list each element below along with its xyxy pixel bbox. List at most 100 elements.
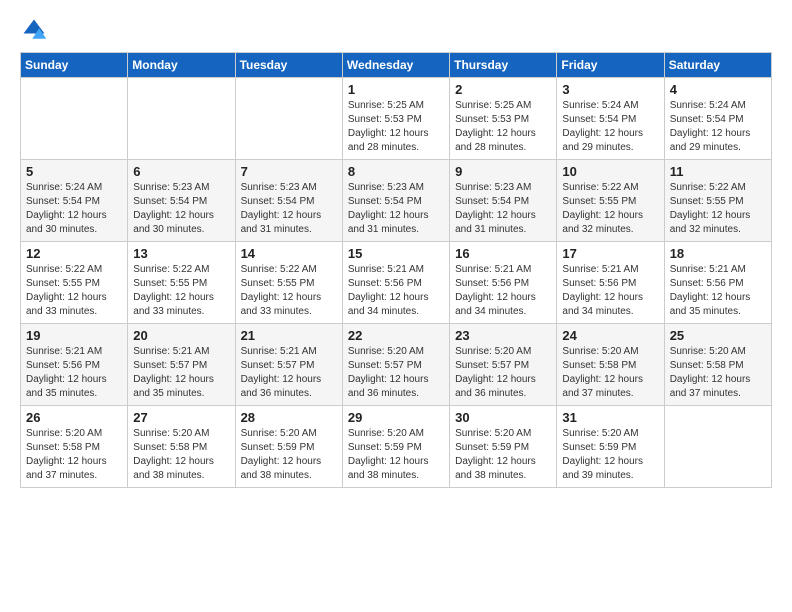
calendar-cell: 31 Sunrise: 5:20 AM Sunset: 5:59 PM Dayli… <box>557 406 664 488</box>
day-number: 17 <box>562 246 658 261</box>
day-number: 18 <box>670 246 766 261</box>
day-number: 6 <box>133 164 229 179</box>
calendar-cell: 19 Sunrise: 5:21 AM Sunset: 5:56 PM Dayli… <box>21 324 128 406</box>
calendar-cell: 4Sunrise: 5:24 AM Sunset: 5:54 PM Daylig… <box>664 78 771 160</box>
calendar-cell: 12 Sunrise: 5:22 AM Sunset: 5:55 PM Dayli… <box>21 242 128 324</box>
calendar-cell: 26Sunrise: 5:20 AM Sunset: 5:58 PM Dayli… <box>21 406 128 488</box>
day-info: Sunrise: 5:22 AM Sunset: 5:55 PM Dayligh… <box>562 181 658 237</box>
calendar-cell: 16 Sunrise: 5:21 AM Sunset: 5:56 PM Dayli… <box>450 242 557 324</box>
calendar-cell: 29 Sunrise: 5:20 AM Sunset: 5:59 PM Dayli… <box>342 406 449 488</box>
day-info: Sunrise: 5:21 AM Sunset: 5:56 PM Dayligh… <box>455 263 551 319</box>
day-number: 13 <box>133 246 229 261</box>
day-number: 26 <box>26 410 122 425</box>
day-number: 31 <box>562 410 658 425</box>
calendar-week-3: 12 Sunrise: 5:22 AM Sunset: 5:55 PM Dayli… <box>21 242 772 324</box>
calendar-cell: 7 Sunrise: 5:23 AM Sunset: 5:54 PM Daylig… <box>235 160 342 242</box>
calendar-cell: 27 Sunrise: 5:20 AM Sunset: 5:58 PM Dayli… <box>128 406 235 488</box>
header <box>20 16 772 44</box>
calendar-cell: 21Sunrise: 5:21 AM Sunset: 5:57 PM Dayli… <box>235 324 342 406</box>
day-number: 30 <box>455 410 551 425</box>
calendar-body: 1 Sunrise: 5:25 AM Sunset: 5:53 PM Daylig… <box>21 78 772 488</box>
day-info: Sunrise: 5:23 AM Sunset: 5:54 PM Dayligh… <box>348 181 444 237</box>
weekday-row: SundayMondayTuesdayWednesdayThursdayFrid… <box>21 53 772 78</box>
weekday-header-wednesday: Wednesday <box>342 53 449 78</box>
day-info: Sunrise: 5:22 AM Sunset: 5:55 PM Dayligh… <box>670 181 766 237</box>
day-info: Sunrise: 5:24 AM Sunset: 5:54 PM Dayligh… <box>562 99 658 155</box>
day-number: 14 <box>241 246 337 261</box>
calendar-cell <box>21 78 128 160</box>
day-number: 9 <box>455 164 551 179</box>
calendar-cell: 3 Sunrise: 5:24 AM Sunset: 5:54 PM Daylig… <box>557 78 664 160</box>
calendar-cell: 8 Sunrise: 5:23 AM Sunset: 5:54 PM Daylig… <box>342 160 449 242</box>
logo-icon <box>20 16 48 44</box>
calendar-cell: 1 Sunrise: 5:25 AM Sunset: 5:53 PM Daylig… <box>342 78 449 160</box>
day-info: Sunrise: 5:21 AM Sunset: 5:56 PM Dayligh… <box>562 263 658 319</box>
calendar-cell <box>664 406 771 488</box>
day-info: Sunrise: 5:23 AM Sunset: 5:54 PM Dayligh… <box>455 181 551 237</box>
calendar-cell: 5 Sunrise: 5:24 AM Sunset: 5:54 PM Daylig… <box>21 160 128 242</box>
day-number: 20 <box>133 328 229 343</box>
weekday-header-sunday: Sunday <box>21 53 128 78</box>
calendar-cell: 15Sunrise: 5:21 AM Sunset: 5:56 PM Dayli… <box>342 242 449 324</box>
day-info: Sunrise: 5:21 AM Sunset: 5:57 PM Dayligh… <box>133 345 229 401</box>
calendar-cell <box>128 78 235 160</box>
day-number: 25 <box>670 328 766 343</box>
day-info: Sunrise: 5:25 AM Sunset: 5:53 PM Dayligh… <box>348 99 444 155</box>
day-number: 27 <box>133 410 229 425</box>
day-number: 29 <box>348 410 444 425</box>
calendar-table: SundayMondayTuesdayWednesdayThursdayFrid… <box>20 52 772 488</box>
calendar-cell: 9 Sunrise: 5:23 AM Sunset: 5:54 PM Daylig… <box>450 160 557 242</box>
day-number: 24 <box>562 328 658 343</box>
day-info: Sunrise: 5:20 AM Sunset: 5:57 PM Dayligh… <box>455 345 551 401</box>
calendar-header: SundayMondayTuesdayWednesdayThursdayFrid… <box>21 53 772 78</box>
calendar-cell: 14 Sunrise: 5:22 AM Sunset: 5:55 PM Dayli… <box>235 242 342 324</box>
day-number: 7 <box>241 164 337 179</box>
day-info: Sunrise: 5:24 AM Sunset: 5:54 PM Dayligh… <box>26 181 122 237</box>
day-number: 4 <box>670 82 766 97</box>
day-number: 12 <box>26 246 122 261</box>
calendar-cell: 11Sunrise: 5:22 AM Sunset: 5:55 PM Dayli… <box>664 160 771 242</box>
day-number: 23 <box>455 328 551 343</box>
calendar-week-4: 19 Sunrise: 5:21 AM Sunset: 5:56 PM Dayli… <box>21 324 772 406</box>
day-number: 16 <box>455 246 551 261</box>
calendar-cell: 23 Sunrise: 5:20 AM Sunset: 5:57 PM Dayli… <box>450 324 557 406</box>
calendar-cell <box>235 78 342 160</box>
calendar-cell: 25Sunrise: 5:20 AM Sunset: 5:58 PM Dayli… <box>664 324 771 406</box>
day-number: 19 <box>26 328 122 343</box>
weekday-header-tuesday: Tuesday <box>235 53 342 78</box>
day-number: 1 <box>348 82 444 97</box>
day-info: Sunrise: 5:20 AM Sunset: 5:59 PM Dayligh… <box>348 427 444 483</box>
day-number: 8 <box>348 164 444 179</box>
day-info: Sunrise: 5:22 AM Sunset: 5:55 PM Dayligh… <box>241 263 337 319</box>
day-info: Sunrise: 5:22 AM Sunset: 5:55 PM Dayligh… <box>133 263 229 319</box>
weekday-header-thursday: Thursday <box>450 53 557 78</box>
day-info: Sunrise: 5:20 AM Sunset: 5:59 PM Dayligh… <box>562 427 658 483</box>
weekday-header-monday: Monday <box>128 53 235 78</box>
calendar-cell: 22 Sunrise: 5:20 AM Sunset: 5:57 PM Dayli… <box>342 324 449 406</box>
calendar-cell: 2Sunrise: 5:25 AM Sunset: 5:53 PM Daylig… <box>450 78 557 160</box>
calendar-cell: 13 Sunrise: 5:22 AM Sunset: 5:55 PM Dayli… <box>128 242 235 324</box>
logo <box>20 16 52 44</box>
day-info: Sunrise: 5:20 AM Sunset: 5:58 PM Dayligh… <box>133 427 229 483</box>
weekday-header-saturday: Saturday <box>664 53 771 78</box>
day-info: Sunrise: 5:20 AM Sunset: 5:57 PM Dayligh… <box>348 345 444 401</box>
day-info: Sunrise: 5:20 AM Sunset: 5:58 PM Dayligh… <box>562 345 658 401</box>
calendar-cell: 17 Sunrise: 5:21 AM Sunset: 5:56 PM Dayli… <box>557 242 664 324</box>
day-number: 5 <box>26 164 122 179</box>
page: SundayMondayTuesdayWednesdayThursdayFrid… <box>0 0 792 612</box>
day-number: 10 <box>562 164 658 179</box>
day-info: Sunrise: 5:21 AM Sunset: 5:57 PM Dayligh… <box>241 345 337 401</box>
day-info: Sunrise: 5:20 AM Sunset: 5:59 PM Dayligh… <box>241 427 337 483</box>
day-info: Sunrise: 5:23 AM Sunset: 5:54 PM Dayligh… <box>133 181 229 237</box>
day-number: 3 <box>562 82 658 97</box>
calendar-week-1: 1 Sunrise: 5:25 AM Sunset: 5:53 PM Daylig… <box>21 78 772 160</box>
calendar-cell: 30 Sunrise: 5:20 AM Sunset: 5:59 PM Dayli… <box>450 406 557 488</box>
day-info: Sunrise: 5:22 AM Sunset: 5:55 PM Dayligh… <box>26 263 122 319</box>
day-number: 22 <box>348 328 444 343</box>
calendar-week-2: 5 Sunrise: 5:24 AM Sunset: 5:54 PM Daylig… <box>21 160 772 242</box>
calendar-cell: 24 Sunrise: 5:20 AM Sunset: 5:58 PM Dayli… <box>557 324 664 406</box>
day-info: Sunrise: 5:20 AM Sunset: 5:59 PM Dayligh… <box>455 427 551 483</box>
day-info: Sunrise: 5:21 AM Sunset: 5:56 PM Dayligh… <box>26 345 122 401</box>
day-info: Sunrise: 5:23 AM Sunset: 5:54 PM Dayligh… <box>241 181 337 237</box>
day-info: Sunrise: 5:21 AM Sunset: 5:56 PM Dayligh… <box>670 263 766 319</box>
